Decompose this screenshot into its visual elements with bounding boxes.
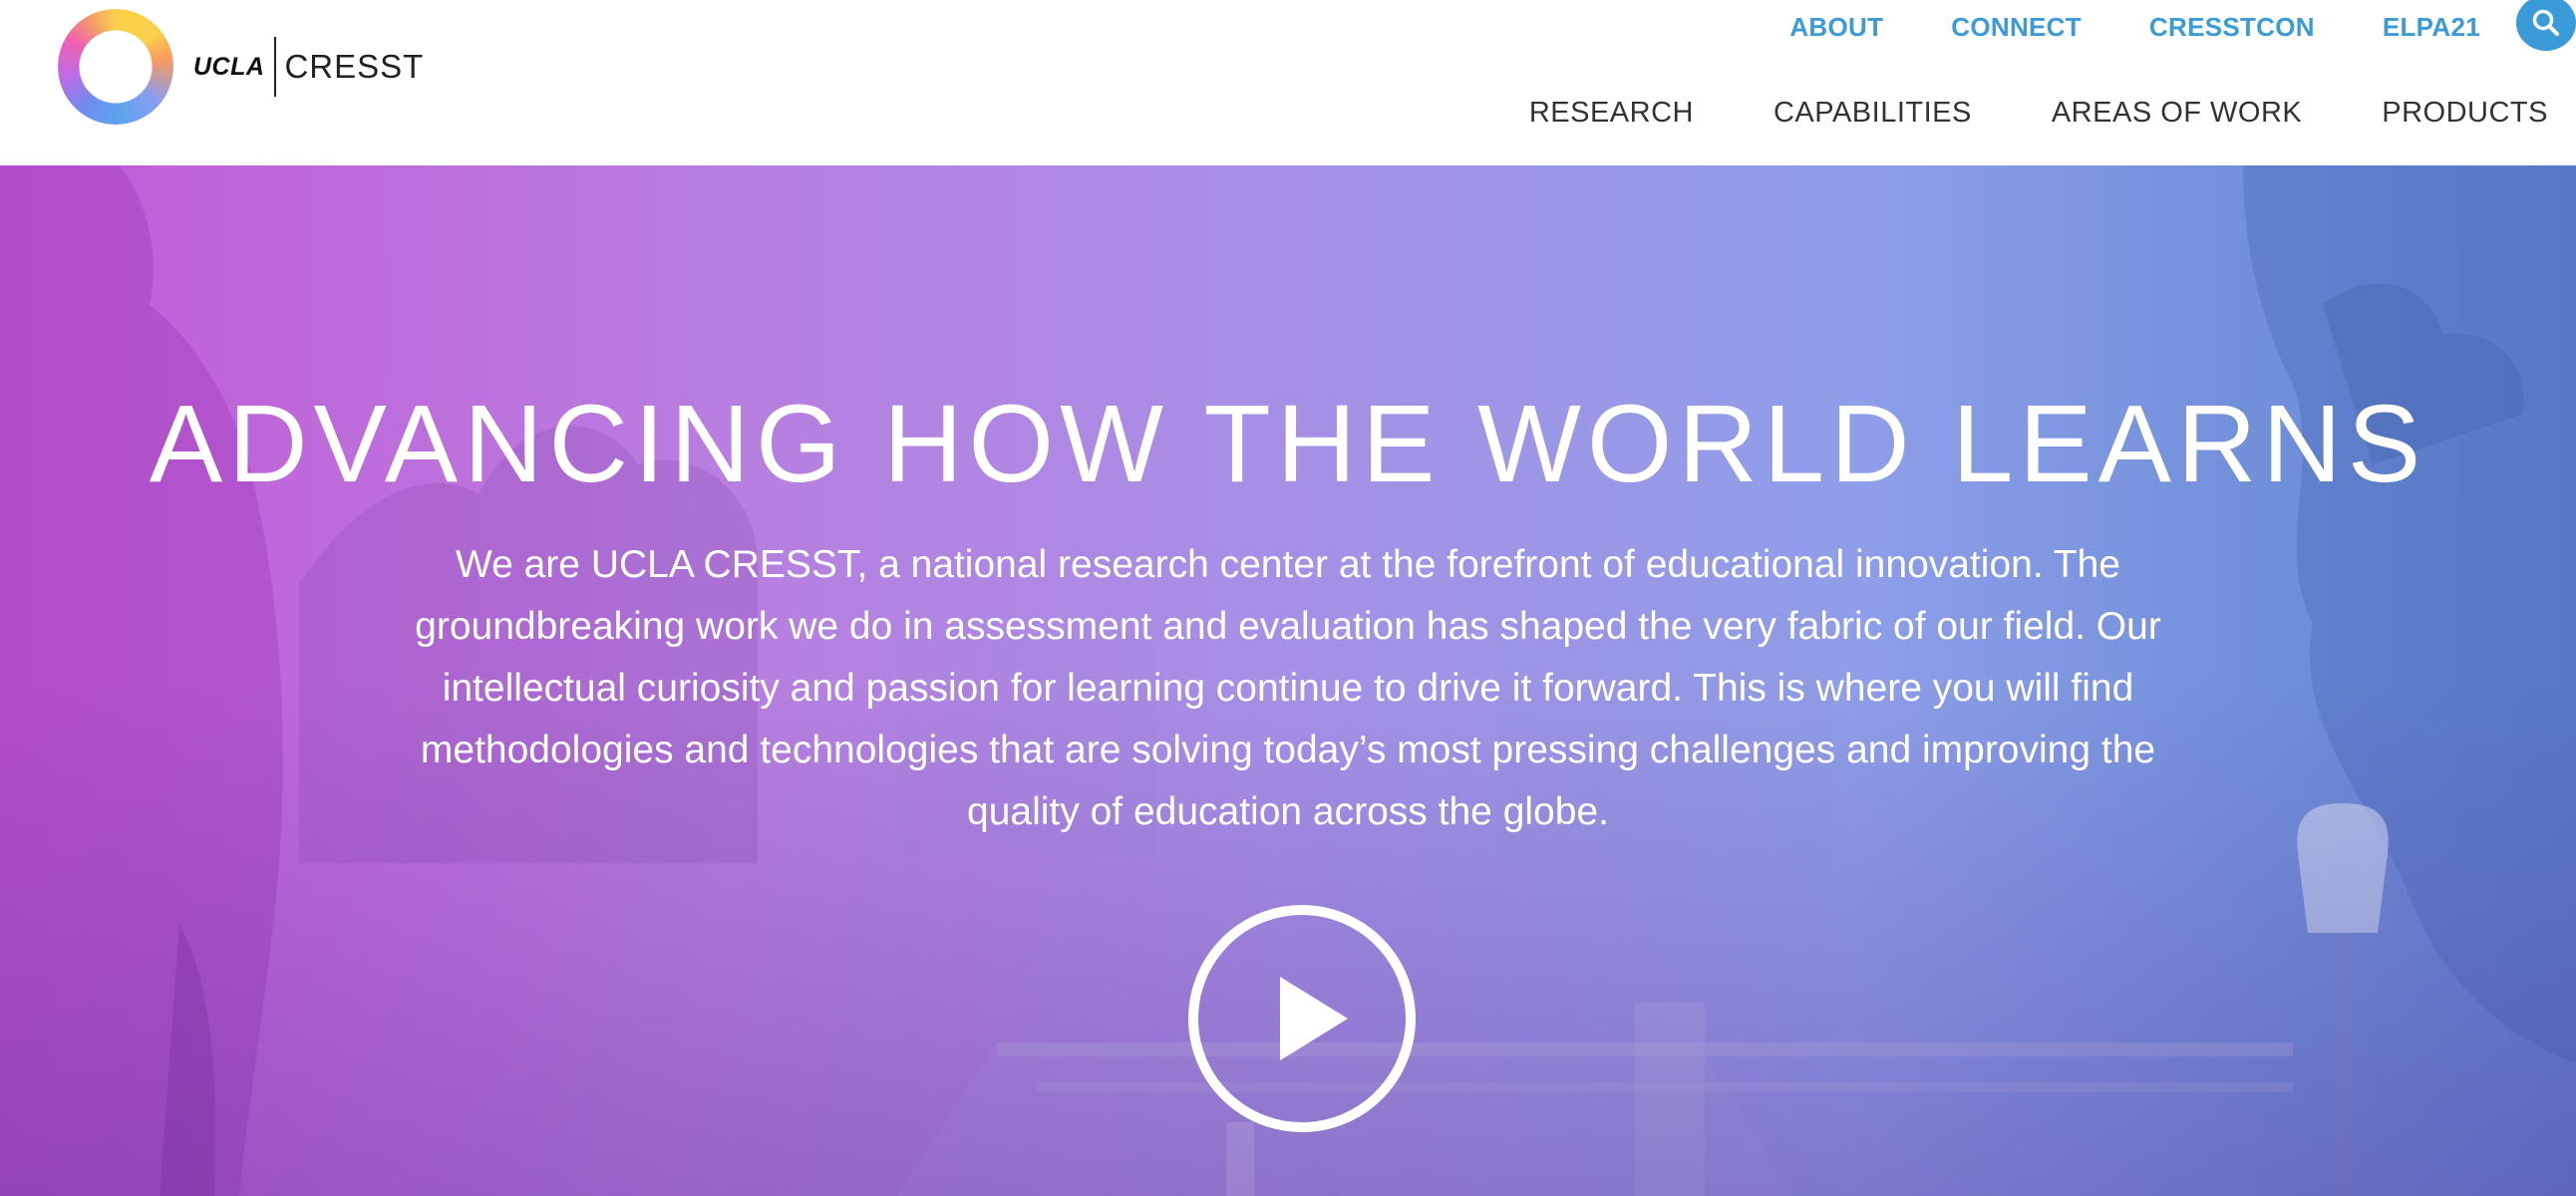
utility-link-connect[interactable]: CONNECT: [1951, 12, 2082, 43]
hero-section: ADVANCING HOW THE WORLD LEARNS We are UC…: [0, 165, 2576, 1196]
main-nav-capabilities[interactable]: CAPABILITIES: [1773, 97, 1972, 130]
utility-nav: ABOUT CONNECT CRESSTCON ELPA21: [1789, 0, 2576, 51]
hero-title: ADVANCING HOW THE WORLD LEARNS: [149, 383, 2427, 505]
main-nav: RESEARCH CAPABILITIES AREAS OF WORK PROD…: [1529, 90, 2548, 136]
hero-intro-text: We are UCLA CRESST, a national research …: [415, 543, 2161, 833]
main-nav-products[interactable]: PRODUCTS: [2382, 97, 2548, 130]
play-icon: [1280, 977, 1348, 1060]
logo-ring-icon: [58, 9, 173, 125]
utility-link-cresstcon[interactable]: CRESSTCON: [2149, 12, 2315, 43]
main-nav-research[interactable]: RESEARCH: [1529, 97, 1694, 130]
main-nav-areas-of-work[interactable]: AREAS OF WORK: [2052, 97, 2302, 130]
play-video-button[interactable]: [1188, 905, 1416, 1132]
logo-ucla-text: UCLA: [193, 52, 265, 81]
ucla-cresst-logo[interactable]: UCLA CRESST: [58, 8, 424, 126]
logo-cresst-text: CRESST: [284, 48, 425, 85]
search-icon: [2532, 9, 2559, 36]
logo-divider: [274, 37, 277, 97]
utility-link-about[interactable]: ABOUT: [1789, 12, 1883, 43]
search-button[interactable]: [2516, 0, 2576, 51]
site-header: UCLA CRESST ABOUT CONNECT CRESSTCON ELPA…: [0, 0, 2576, 165]
utility-link-elpa21[interactable]: ELPA21: [2383, 12, 2480, 43]
